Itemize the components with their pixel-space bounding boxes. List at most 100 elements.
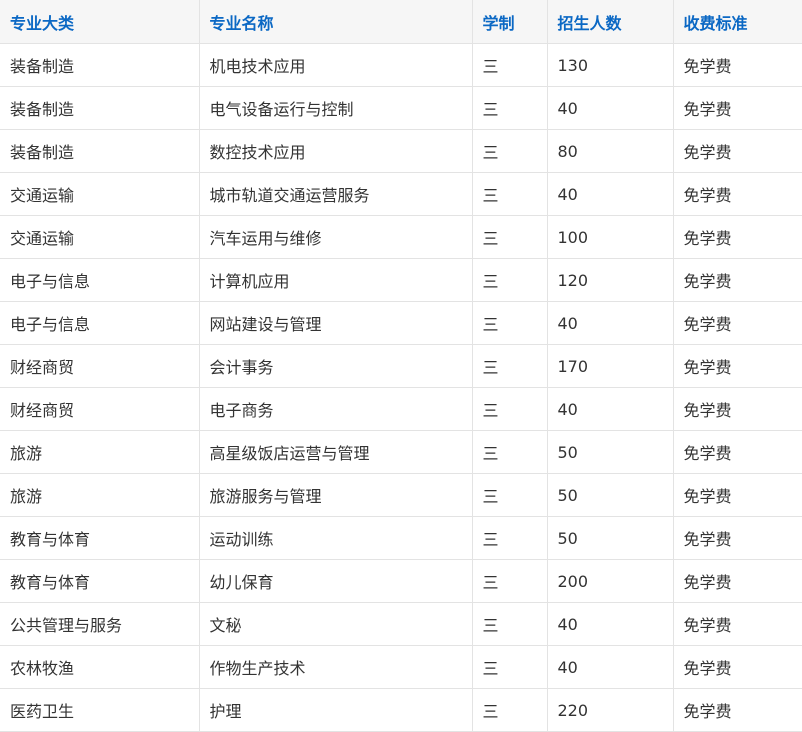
cell-major-name: 城市轨道交通运营服务: [198, 172, 473, 216]
cell-fee: 免学费: [672, 688, 802, 732]
cell-major-name: 电子商务: [198, 387, 473, 431]
cell-major-name: 网站建设与管理: [198, 301, 473, 345]
cell-major-name: 护理: [198, 688, 473, 732]
cell-major-name: 高星级饭店运营与管理: [198, 430, 473, 474]
cell-enrollment: 170: [546, 344, 674, 388]
cell-enrollment: 100: [546, 215, 674, 259]
cell-enrollment: 130: [546, 43, 674, 87]
cell-major-name: 旅游服务与管理: [198, 473, 473, 517]
cell-enrollment: 50: [546, 516, 674, 560]
table-row: 教育与体育 幼儿保育三 200 免学费: [0, 559, 802, 603]
cell-fee: 免学费: [672, 172, 802, 216]
cell-enrollment: 40: [546, 172, 674, 216]
cell-category: 旅游: [0, 430, 200, 474]
cell-category: 旅游: [0, 473, 200, 517]
cell-duration: 三: [471, 430, 548, 474]
cell-category: 装备制造: [0, 129, 200, 173]
cell-enrollment: 40: [546, 602, 674, 646]
cell-duration: 三: [471, 688, 548, 732]
cell-category: 教育与体育: [0, 559, 200, 603]
table-row: 医药卫生 护理三 220 免学费: [0, 688, 802, 732]
header-category: 专业大类: [0, 0, 200, 44]
cell-fee: 免学费: [672, 473, 802, 517]
cell-enrollment: 40: [546, 387, 674, 431]
cell-fee: 免学费: [672, 301, 802, 345]
cell-enrollment: 50: [546, 473, 674, 517]
cell-enrollment: 50: [546, 430, 674, 474]
cell-category: 交通运输: [0, 215, 200, 259]
table-body: 装备制造 机电技术应用三 130 免学费 装备制造 电气设备运行与控制三 40 免学费 装备制造…: [0, 43, 802, 732]
table-row: 公共管理与服务 文秘三 40 免学费: [0, 602, 802, 646]
cell-fee: 免学费: [672, 258, 802, 302]
cell-enrollment: 220: [546, 688, 674, 732]
cell-fee: 免学费: [672, 602, 802, 646]
cell-major-name: 汽车运用与维修: [198, 215, 473, 259]
cell-duration: 三: [471, 387, 548, 431]
table-header: 专业大类 专业名称 学制 招生人数 收费标准: [0, 0, 802, 44]
cell-duration: 三: [471, 602, 548, 646]
cell-fee: 免学费: [672, 387, 802, 431]
cell-duration: 三: [471, 645, 548, 689]
cell-duration: 三: [471, 86, 548, 130]
table-row: 农林牧渔 作物生产技术三 40 免学费: [0, 645, 802, 689]
cell-major-name: 机电技术应用: [198, 43, 473, 87]
cell-major-name: 文秘: [198, 602, 473, 646]
header-major-name: 专业名称: [198, 0, 473, 44]
cell-enrollment: 80: [546, 129, 674, 173]
cell-category: 装备制造: [0, 86, 200, 130]
table-row: 电子与信息 计算机应用三 120 免学费: [0, 258, 802, 302]
table-row: 装备制造 机电技术应用三 130 免学费: [0, 43, 802, 87]
cell-category: 教育与体育: [0, 516, 200, 560]
cell-fee: 免学费: [672, 430, 802, 474]
cell-major-name: 运动训练: [198, 516, 473, 560]
cell-enrollment: 40: [546, 301, 674, 345]
table-row: 教育与体育 运动训练三 50 免学费: [0, 516, 802, 560]
table-row: 装备制造 数控技术应用三 80 免学费: [0, 129, 802, 173]
cell-fee: 免学费: [672, 516, 802, 560]
cell-fee: 免学费: [672, 344, 802, 388]
cell-duration: 三: [471, 301, 548, 345]
cell-category: 电子与信息: [0, 301, 200, 345]
cell-category: 公共管理与服务: [0, 602, 200, 646]
table-row: 财经商贸 电子商务三 40 免学费: [0, 387, 802, 431]
cell-category: 装备制造: [0, 43, 200, 87]
cell-fee: 免学费: [672, 559, 802, 603]
enrollment-table: 专业大类 专业名称 学制 招生人数 收费标准 装备制造 机电技术应用三 130 免学费…: [0, 0, 802, 732]
cell-duration: 三: [471, 258, 548, 302]
table-row: 旅游 高星级饭店运营与管理三 50 免学费: [0, 430, 802, 474]
table-row: 电子与信息 网站建设与管理三 40 免学费: [0, 301, 802, 345]
cell-enrollment: 40: [546, 86, 674, 130]
cell-category: 电子与信息: [0, 258, 200, 302]
cell-duration: 三: [471, 129, 548, 173]
cell-fee: 免学费: [672, 129, 802, 173]
cell-major-name: 数控技术应用: [198, 129, 473, 173]
header-row: 专业大类 专业名称 学制 招生人数 收费标准: [0, 0, 802, 44]
cell-duration: 三: [471, 516, 548, 560]
cell-fee: 免学费: [672, 86, 802, 130]
cell-duration: 三: [471, 344, 548, 388]
header-duration: 学制: [471, 0, 548, 44]
cell-fee: 免学费: [672, 215, 802, 259]
cell-category: 交通运输: [0, 172, 200, 216]
cell-duration: 三: [471, 43, 548, 87]
cell-duration: 三: [471, 473, 548, 517]
cell-category: 农林牧渔: [0, 645, 200, 689]
cell-fee: 免学费: [672, 43, 802, 87]
cell-category: 医药卫生: [0, 688, 200, 732]
cell-major-name: 计算机应用: [198, 258, 473, 302]
cell-major-name: 作物生产技术: [198, 645, 473, 689]
cell-major-name: 会计事务: [198, 344, 473, 388]
cell-enrollment: 120: [546, 258, 674, 302]
cell-major-name: 电气设备运行与控制: [198, 86, 473, 130]
cell-category: 财经商贸: [0, 387, 200, 431]
cell-duration: 三: [471, 172, 548, 216]
cell-fee: 免学费: [672, 645, 802, 689]
cell-enrollment: 40: [546, 645, 674, 689]
header-enrollment: 招生人数: [546, 0, 674, 44]
header-fee: 收费标准: [672, 0, 802, 44]
cell-category: 财经商贸: [0, 344, 200, 388]
cell-major-name: 幼儿保育: [198, 559, 473, 603]
table-row: 装备制造 电气设备运行与控制三 40 免学费: [0, 86, 802, 130]
table-row: 财经商贸 会计事务三 170 免学费: [0, 344, 802, 388]
cell-duration: 三: [471, 559, 548, 603]
